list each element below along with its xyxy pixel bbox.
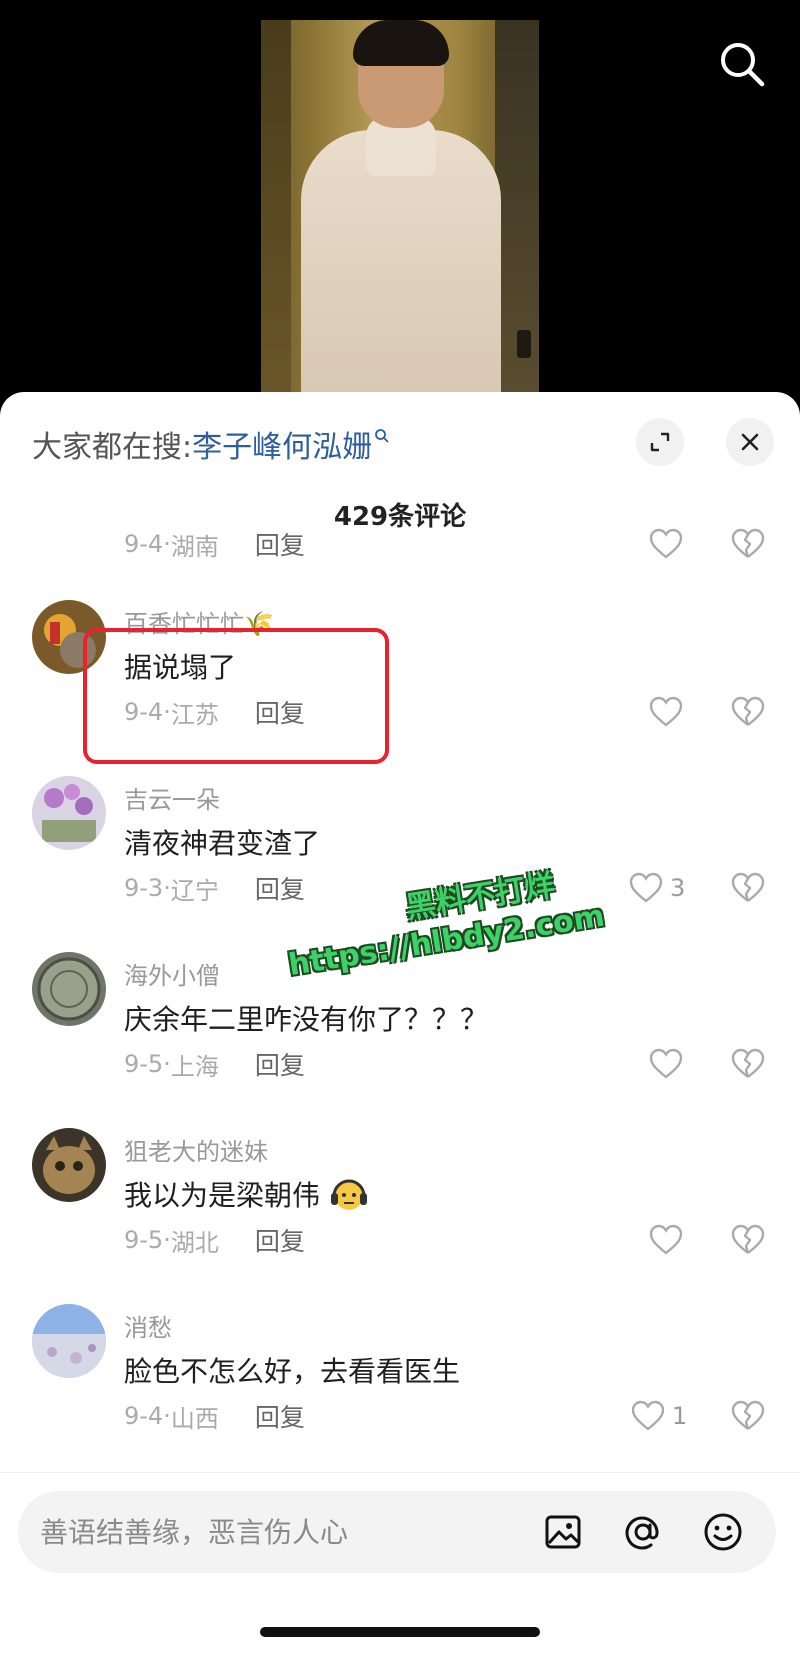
hot-search-prefix: 大家都在搜: (32, 430, 193, 465)
search-button[interactable] (716, 38, 768, 90)
broken-heart-icon (731, 1224, 765, 1254)
like-button[interactable] (648, 1044, 684, 1084)
video-wall (261, 20, 291, 400)
comment-region: 上海 (170, 1052, 219, 1081)
comment-region-sep: · (163, 874, 171, 902)
comment-region-sep: · (163, 1050, 171, 1078)
comment-text: 庆余年二里咋没有你了？？？ (124, 1003, 489, 1036)
heart-icon (631, 1400, 665, 1431)
comment-region-sep: · (163, 530, 171, 558)
comment-region: 山西 (170, 1404, 219, 1433)
comment-date: 9-4 (124, 1402, 164, 1430)
at-sign-icon (625, 1516, 659, 1550)
expand-button[interactable] (636, 418, 684, 466)
broken-heart-icon (731, 528, 765, 558)
video-door-handle (517, 330, 531, 358)
comment-region: 湖北 (170, 1228, 219, 1257)
avatar[interactable] (32, 1128, 106, 1202)
video-person-hair (353, 20, 449, 66)
heart-icon (649, 696, 683, 727)
like-count: 3 (670, 874, 686, 902)
hot-search-bar[interactable]: 大家都在搜: 李子峰何泓姗 (32, 422, 390, 466)
comment-date: 9-4 (124, 530, 164, 558)
reply-button[interactable]: 回复 (255, 1222, 305, 1258)
home-indicator[interactable] (260, 1627, 540, 1637)
video-player[interactable] (0, 0, 800, 400)
dislike-button[interactable] (730, 1398, 766, 1434)
comment-input[interactable] (40, 1491, 520, 1573)
comment-username[interactable]: 狙老大的迷妹 (124, 1132, 268, 1167)
like-button[interactable] (648, 524, 684, 564)
broken-heart-icon (731, 1048, 765, 1078)
reply-button[interactable]: 回复 (255, 870, 305, 906)
like-button[interactable]: 1 (630, 1396, 687, 1436)
dislike-button[interactable] (730, 1222, 766, 1258)
like-button[interactable] (648, 692, 684, 732)
heart-icon (649, 528, 683, 559)
comment-username[interactable]: 海外小僧 (124, 956, 220, 991)
reply-button[interactable]: 回复 (255, 526, 305, 562)
highlight-annotation-box (83, 628, 389, 764)
heart-icon (629, 872, 663, 903)
comment-region-sep: · (163, 1402, 171, 1430)
dislike-button[interactable] (730, 1046, 766, 1082)
search-icon (721, 43, 765, 87)
broken-heart-icon (731, 696, 765, 726)
comment-text: 清夜神君变渣了 (124, 827, 321, 860)
comment-region-sep: · (163, 1226, 171, 1254)
comment-input-bar (0, 1472, 800, 1656)
comment-text: 脸色不怎么好，去看看医生 (124, 1355, 461, 1388)
like-button[interactable]: 3 (628, 868, 685, 908)
comment-sheet: 大家都在搜: 李子峰何泓姗 429条评论 9-4 · 湖南 回复 百香忙忙忙🌾 … (0, 392, 800, 1656)
headphone-face-emoji-icon (329, 1176, 369, 1219)
mention-button[interactable] (622, 1511, 664, 1553)
dislike-button[interactable] (730, 526, 766, 562)
reply-button[interactable]: 回复 (255, 1046, 305, 1082)
comment-region: 辽宁 (170, 876, 219, 905)
comment-date: 9-5 (124, 1226, 164, 1254)
close-button[interactable] (726, 418, 774, 466)
dislike-button[interactable] (730, 870, 766, 906)
comment-meta: 9-4 · 湖南 回复 (124, 524, 305, 564)
video-frame[interactable] (261, 20, 539, 400)
dislike-button[interactable] (730, 694, 766, 730)
avatar[interactable] (32, 776, 106, 850)
broken-heart-icon (731, 872, 765, 902)
search-small-icon (374, 428, 390, 449)
comment-date: 9-3 (124, 874, 164, 902)
comment-username[interactable]: 吉云一朵 (124, 780, 220, 815)
image-button[interactable] (542, 1511, 584, 1553)
close-icon (741, 433, 759, 451)
comment-username[interactable]: 消愁 (124, 1308, 172, 1343)
heart-icon (649, 1048, 683, 1079)
comment-input-pill[interactable] (18, 1491, 776, 1573)
avatar[interactable] (32, 1304, 106, 1378)
smiley-face-icon (704, 1513, 742, 1551)
reply-button[interactable]: 回复 (255, 1398, 305, 1434)
avatar[interactable] (32, 952, 106, 1026)
comment-meta: 9-5 · 湖北 回复 (124, 1220, 305, 1260)
hot-search-keyword[interactable]: 李子峰何泓姗 (192, 422, 372, 466)
comment-date: 9-5 (124, 1050, 164, 1078)
comment-meta: 9-4 · 山西 回复 (124, 1396, 305, 1436)
comment-region: 湖南 (170, 532, 219, 561)
heart-icon (649, 1224, 683, 1255)
like-button[interactable] (648, 1220, 684, 1260)
broken-heart-icon (731, 1400, 765, 1430)
comment-meta: 9-5 · 上海 回复 (124, 1044, 305, 1084)
comment-meta: 9-3 · 辽宁 回复 (124, 868, 305, 908)
image-icon (545, 1515, 581, 1549)
comment-text: 我以为是梁朝伟 (124, 1174, 369, 1219)
expand-icon (650, 432, 670, 452)
emoji-button[interactable] (702, 1511, 744, 1553)
like-count: 1 (672, 1402, 688, 1430)
comment-text-content: 我以为是梁朝伟 (124, 1179, 321, 1212)
